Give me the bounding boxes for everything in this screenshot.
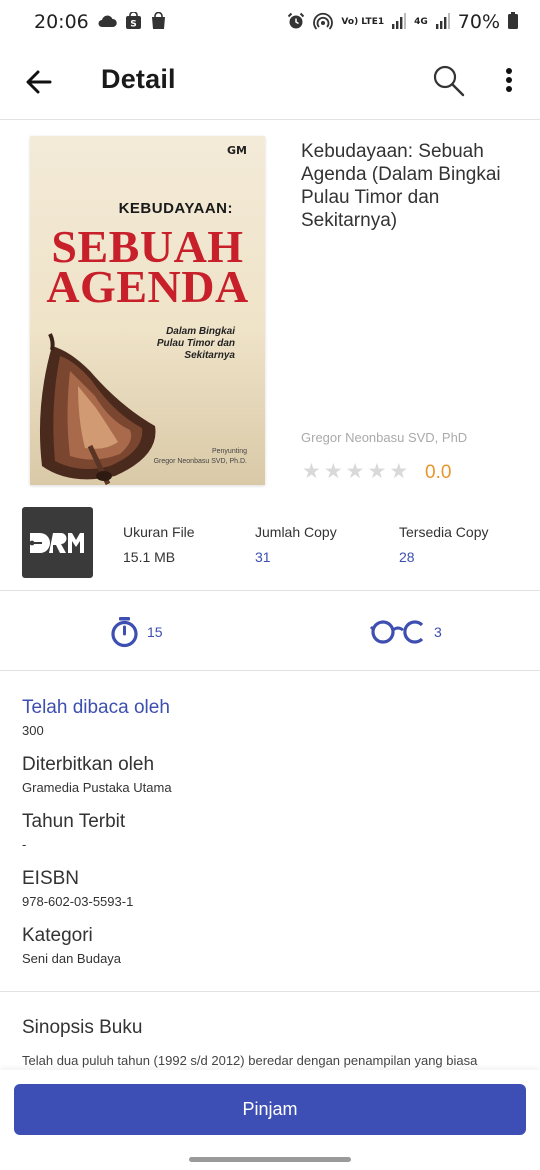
status-bar: 20:06 S Vo) LTE1 4G 70% bbox=[0, 0, 540, 44]
readers-stat: 3 bbox=[370, 612, 442, 652]
available-label: Tersedia Copy bbox=[399, 524, 489, 540]
signal-icon-2 bbox=[435, 12, 450, 32]
cover-editor-label: Penyunting bbox=[211, 448, 247, 455]
arrow-left-icon bbox=[26, 70, 52, 94]
star-icon: ★ bbox=[367, 460, 387, 483]
home-indicator[interactable] bbox=[189, 1157, 351, 1162]
page-title: Detail bbox=[101, 64, 176, 94]
book-title: Kebudayaan: Sebuah Agenda (Dalam Bingkai… bbox=[301, 141, 501, 231]
eisbn-label: EISBN bbox=[22, 868, 80, 889]
cloud-icon bbox=[97, 14, 117, 31]
svg-text:S: S bbox=[130, 19, 136, 29]
bag-icon bbox=[150, 11, 167, 33]
signal-icon bbox=[392, 12, 407, 32]
available-info: Tersedia Copy 28 bbox=[399, 524, 489, 565]
category-value: Seni dan Budaya bbox=[22, 951, 122, 966]
search-icon bbox=[433, 65, 465, 97]
divider bbox=[0, 991, 540, 992]
available-value: 28 bbox=[399, 549, 415, 565]
reading-duration-stat: 15 bbox=[110, 612, 163, 652]
app-bar: Detail bbox=[0, 44, 540, 120]
publisher-value: Gramedia Pustaka Utama bbox=[22, 780, 172, 795]
cover-title-line2: AGENDA bbox=[46, 261, 249, 312]
alarm-icon bbox=[287, 12, 305, 33]
borrow-button[interactable]: Pinjam bbox=[14, 1084, 526, 1135]
drm-badge bbox=[22, 507, 93, 578]
synopsis-title: Sinopsis Buku bbox=[22, 1017, 143, 1038]
back-button[interactable] bbox=[22, 64, 58, 100]
read-by-label: Telah dibaca oleh bbox=[22, 697, 170, 718]
read-by-value: 300 bbox=[22, 723, 44, 738]
synopsis-text: Telah dua puluh tahun (1992 s/d 2012) be… bbox=[22, 1053, 478, 1068]
search-button[interactable] bbox=[430, 62, 468, 100]
battery-icon bbox=[508, 12, 518, 32]
cover-subtitle-line2: Pulau Timor dan bbox=[156, 338, 235, 349]
rating-stars: ★ ★ ★ ★ ★ bbox=[302, 461, 408, 482]
star-icon: ★ bbox=[345, 460, 365, 483]
cover-subtitle-line1: Dalam Bingkai bbox=[166, 326, 235, 337]
hotspot-icon bbox=[313, 12, 334, 33]
copies-info: Jumlah Copy 31 bbox=[255, 524, 337, 565]
readers-value: 3 bbox=[434, 624, 442, 640]
glasses-icon bbox=[370, 620, 424, 644]
year-value: - bbox=[22, 837, 27, 852]
file-size-value: 15.1 MB bbox=[123, 549, 176, 565]
status-time: 20:06 bbox=[34, 11, 89, 33]
file-size-info: Ukuran File 15.1 MB bbox=[123, 524, 195, 565]
publisher-logo: GM bbox=[227, 144, 247, 157]
category-label: Kategori bbox=[22, 925, 93, 946]
network-label: Vo) LTE1 bbox=[341, 16, 385, 27]
shop-icon: S bbox=[125, 10, 142, 33]
publisher-label: Diterbitkan oleh bbox=[22, 754, 155, 775]
file-size-label: Ukuran File bbox=[123, 524, 195, 540]
cover-subtitle-line3: Sekitarnya bbox=[184, 350, 235, 361]
book-author: Gregor Neonbasu SVD, PhD bbox=[301, 430, 468, 445]
eisbn-value: 978-602-03-5593-1 bbox=[22, 894, 134, 909]
cover-editor-name: Gregor Neonbasu SVD, Ph.D. bbox=[153, 458, 247, 465]
book-cover: GM KEBUDAYAAN: SEBUAH AGENDA Dalam Bingk… bbox=[30, 136, 265, 485]
copies-label: Jumlah Copy bbox=[255, 524, 337, 540]
network-type-label: Vo) LTE1 bbox=[341, 16, 385, 27]
more-options-button[interactable] bbox=[496, 64, 522, 100]
divider bbox=[0, 590, 540, 591]
battery-percent: 70% bbox=[457, 11, 500, 33]
drm-logo-icon bbox=[29, 532, 84, 553]
cover-editor: Penyunting Gregor Neonbasu SVD, Ph.D. bbox=[154, 447, 247, 467]
copies-value: 31 bbox=[255, 549, 271, 565]
rating-value: 0.0 bbox=[425, 462, 452, 483]
star-icon: ★ bbox=[323, 460, 343, 483]
year-label: Tahun Terbit bbox=[22, 811, 126, 832]
more-vertical-icon bbox=[506, 68, 512, 92]
star-icon: ★ bbox=[389, 460, 409, 483]
divider bbox=[0, 670, 540, 671]
bottom-action-bar: Pinjam bbox=[0, 1070, 540, 1170]
cover-subtitle: Dalam Bingkai Pulau Timor dan Sekitarnya bbox=[157, 326, 235, 362]
stopwatch-icon bbox=[111, 617, 138, 648]
reading-duration-value: 15 bbox=[147, 624, 163, 640]
star-icon: ★ bbox=[302, 460, 321, 483]
cover-pre-title: KEBUDAYAAN: bbox=[118, 200, 233, 217]
signal-type-label: 4G bbox=[414, 16, 428, 27]
